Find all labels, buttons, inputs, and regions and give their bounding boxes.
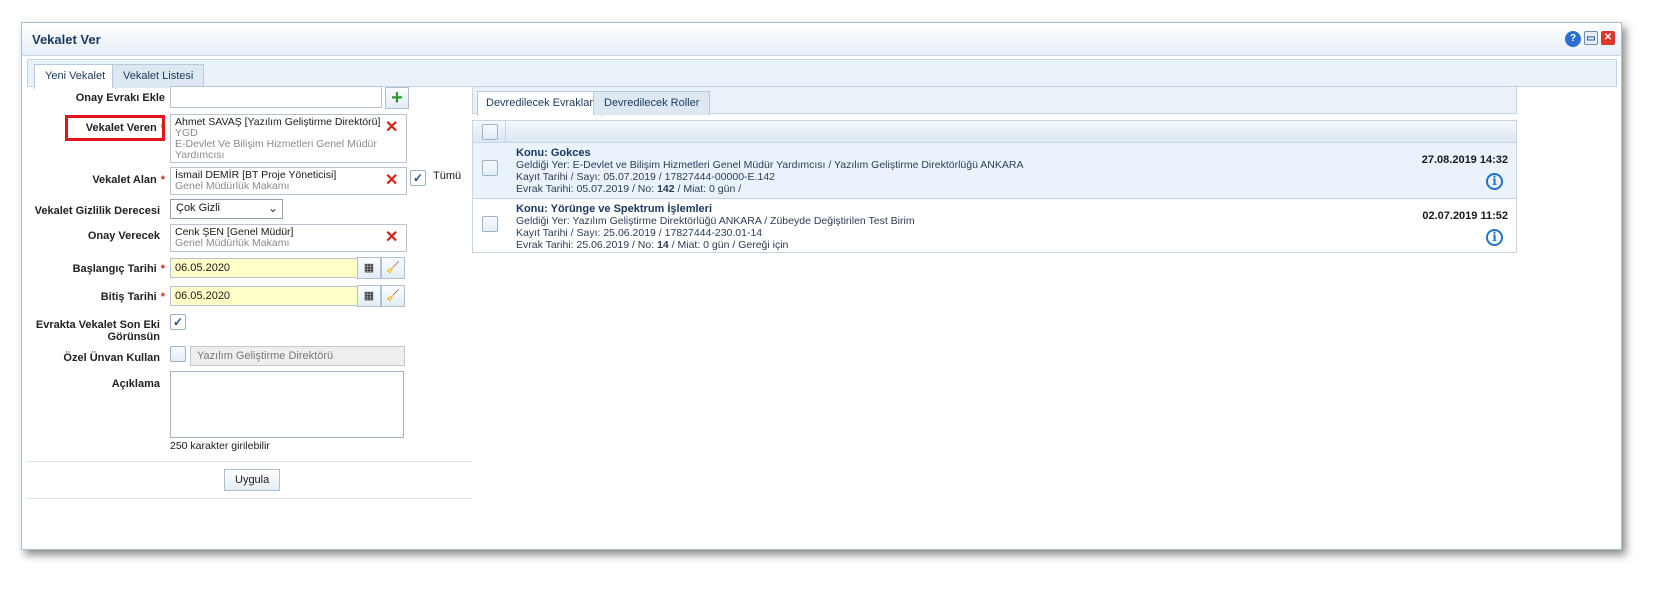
row-origin: Geldiği Yer: E-Devlet ve Bilişim Hizmetl… — [516, 159, 1024, 171]
row-origin: Geldiği Yer: Yazılım Geliştirme Direktör… — [516, 215, 915, 227]
vekalet-veren-person: Ahmet SAVAŞ [Yazılım Geliştirme Direktör… — [175, 116, 381, 128]
form-divider — [26, 461, 472, 462]
info-icon[interactable]: i — [1486, 229, 1503, 246]
main-tabstrip: Yeni Vekalet Vekalet Listesi — [27, 59, 1617, 89]
calendar-icon[interactable]: ▦ — [357, 285, 381, 307]
son-ek-checkbox[interactable]: ✓ — [170, 314, 186, 330]
documents-grid: Konu: Gokces Geldiği Yer: E-Devlet ve Bi… — [472, 120, 1517, 253]
gizlilik-select[interactable]: Çok Gizli ⌄ — [170, 199, 283, 219]
onay-verecek-field[interactable]: Cenk ŞEN [Genel Müdür] Genel Müdürlük Ma… — [170, 224, 407, 252]
son-ek-label-line2: Görünsün — [107, 331, 160, 343]
calendar-icon[interactable]: ▦ — [357, 257, 381, 279]
form-bottom-divider — [26, 498, 472, 499]
table-row[interactable]: Konu: Gokces Geldiği Yer: E-Devlet ve Bi… — [473, 143, 1516, 199]
row-subject: Konu: Yörünge ve Spektrum İşlemleri — [516, 203, 713, 215]
row-record: Kayıt Tarihi / Sayı: 05.07.2019 / 178274… — [516, 171, 775, 183]
vekalet-alan-field[interactable]: İsmail DEMİR [BT Proje Yöneticisi] Genel… — [170, 167, 407, 195]
window-controls: ? ▭ ✕ — [1565, 31, 1615, 47]
row-checkbox[interactable] — [482, 216, 498, 232]
remove-onay-icon[interactable]: ✕ — [385, 230, 398, 246]
vekalet-alan-line2: Genel Müdürlük Makamı — [175, 180, 290, 192]
grid-header — [473, 121, 1516, 143]
gizlilik-value: Çok Gizli — [176, 202, 221, 214]
aciklama-textarea[interactable] — [170, 371, 404, 438]
bitis-date-input[interactable]: 06.05.2020 — [170, 286, 358, 306]
restore-icon[interactable]: ▭ — [1584, 31, 1598, 45]
gizlilik-label: Vekalet Gizlilik Derecesi — [34, 205, 160, 217]
row-record: Kayıt Tarihi / Sayı: 25.06.2019 / 178274… — [516, 227, 763, 239]
row-date: 02.07.2019 11:52 — [1422, 210, 1508, 222]
row-doc-date: Evrak Tarihi: 05.07.2019 / No: 142 / Mia… — [516, 183, 742, 195]
window-titlebar: Vekalet Ver ? ▭ ✕ — [22, 23, 1621, 56]
table-row[interactable]: Konu: Yörünge ve Spektrum İşlemleri Geld… — [473, 199, 1516, 255]
plus-icon: + — [391, 87, 403, 109]
onay-evraki-input[interactable] — [170, 86, 382, 108]
grid-col-divider — [505, 121, 506, 143]
broom-icon[interactable]: 🧹 — [381, 257, 405, 279]
onay-verecek-label: Onay Verecek — [87, 230, 160, 242]
vekalet-alan-label: Vekalet Alan * — [92, 174, 165, 186]
window-title: Vekalet Ver — [32, 32, 101, 47]
row-doc-date: Evrak Tarihi: 25.06.2019 / No: 14 / Miat… — [516, 239, 789, 251]
baslangic-label: Başlangıç Tarihi * — [72, 263, 165, 275]
vekalet-veren-line4: Yardımcısı — [175, 149, 225, 161]
add-document-button[interactable]: + — [385, 87, 409, 109]
remove-veren-icon[interactable]: ✕ — [385, 120, 398, 136]
onay-evraki-label: Onay Evrakı Ekle — [75, 92, 165, 104]
onay-verecek-line2: Genel Müdürlük Makamı — [175, 237, 290, 249]
chevron-down-icon: ⌄ — [267, 201, 278, 215]
son-ek-label-line1: Evrakta Vekalet Son Eki — [35, 319, 160, 331]
close-icon[interactable]: ✕ — [1601, 31, 1615, 45]
aciklama-hint: 250 karakter girilebilir — [170, 440, 270, 452]
right-tabstrip: Devredilecek Evraklar Devredilecek Rolle… — [472, 86, 1517, 116]
ozel-unvan-input[interactable]: Yazılım Geliştirme Direktörü — [190, 346, 405, 366]
aciklama-label: Açıklama — [111, 378, 160, 390]
baslangic-date-input[interactable]: 06.05.2020 — [170, 258, 358, 278]
tumu-checkbox[interactable]: ✓ — [410, 170, 426, 186]
apply-button[interactable]: Uygula — [224, 469, 281, 491]
ozel-unvan-checkbox[interactable] — [170, 346, 186, 362]
broom-icon[interactable]: 🧹 — [381, 285, 405, 307]
tab-devredilecek-roller[interactable]: Devredilecek Roller — [593, 91, 711, 115]
help-icon[interactable]: ? — [1565, 31, 1581, 47]
tab-vekalet-listesi[interactable]: Vekalet Listesi — [112, 64, 205, 88]
row-subject: Konu: Gokces — [516, 147, 591, 159]
vekalet-veren-label: Vekalet Veren * — [85, 122, 165, 134]
select-all-checkbox[interactable] — [482, 124, 498, 140]
tumu-label: Tümü — [433, 170, 462, 182]
info-icon[interactable]: i — [1486, 173, 1503, 190]
row-checkbox[interactable] — [482, 160, 498, 176]
tab-yeni-vekalet[interactable]: Yeni Vekalet — [34, 64, 117, 89]
remove-alan-icon[interactable]: ✕ — [385, 173, 398, 189]
son-ek-label: Evrakta Vekalet Son Eki Görünsün — [0, 319, 160, 343]
bitis-label: Bitiş Tarihi * — [100, 291, 165, 303]
row-date: 27.08.2019 14:32 — [1421, 154, 1508, 166]
tab-devredilecek-evraklar[interactable]: Devredilecek Evraklar — [477, 91, 602, 116]
vekalet-veren-field[interactable]: Ahmet SAVAŞ [Yazılım Geliştirme Direktör… — [170, 114, 407, 163]
ozel-unvan-label: Özel Ünvan Kullan — [63, 352, 160, 364]
